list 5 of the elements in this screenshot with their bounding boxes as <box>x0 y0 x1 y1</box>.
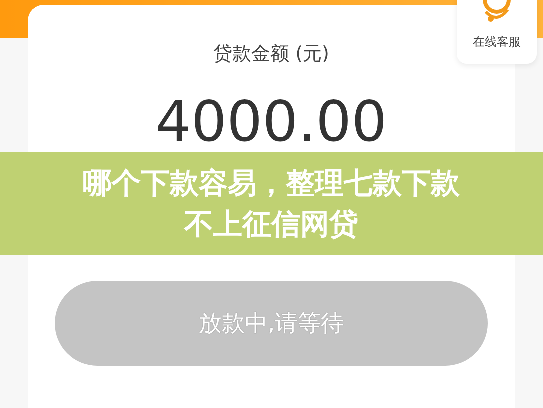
banner-title: 不上征信网贷 <box>184 206 358 242</box>
loan-amount-label: 贷款金额 (元) <box>214 42 330 67</box>
banner-title: 哪个下款容易，整理七款下款 <box>83 164 460 202</box>
loan-amount: 4000.00 <box>156 95 388 151</box>
customer-service-button[interactable]: 在线客服 <box>457 0 537 64</box>
